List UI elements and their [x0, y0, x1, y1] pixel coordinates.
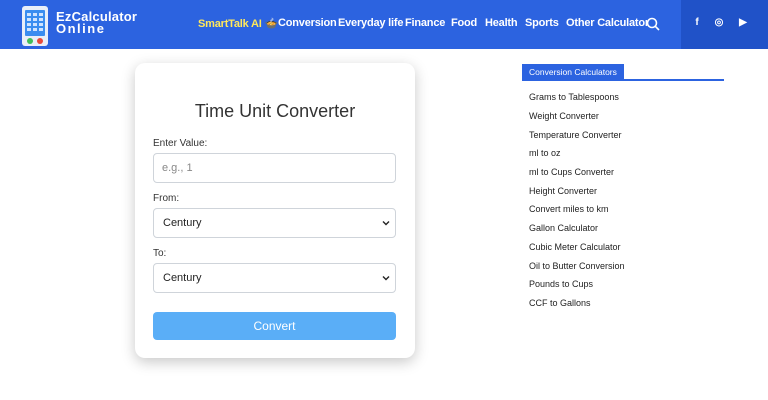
nav-smarttalk-label: SmartTalk AI — [198, 18, 262, 30]
nav-everyday-life[interactable]: Everyday life — [338, 17, 403, 29]
sidebar-heading: Conversion Calculators — [522, 64, 624, 80]
to-label: To: — [153, 248, 167, 259]
calculator-logo-icon[interactable] — [22, 6, 48, 46]
value-input[interactable]: e.g., 1 — [153, 153, 396, 183]
sidebar-link-oil-to-butter[interactable]: Oil to Butter Conversion — [529, 261, 625, 271]
from-unit-select[interactable]: Century — [153, 208, 396, 238]
from-label: From: — [153, 193, 180, 204]
robot-pot-icon: 🍲 — [264, 18, 278, 30]
site-logo[interactable]: EzCalculator Online — [56, 10, 137, 36]
search-icon[interactable] — [646, 17, 660, 31]
facebook-icon[interactable]: f — [691, 17, 703, 29]
sidebar-link-ml-to-cups[interactable]: ml to Cups Converter — [529, 167, 614, 177]
sidebar-divider — [522, 79, 724, 81]
nav-other-calculator[interactable]: Other Calculator — [566, 17, 649, 29]
sidebar-link-miles-to-km[interactable]: Convert miles to km — [529, 204, 609, 214]
nav-finance[interactable]: Finance — [405, 17, 445, 29]
header-bar: EzCalculator Online SmartTalk AI 🍲 Conve… — [0, 0, 768, 49]
nav-health[interactable]: Health — [485, 17, 518, 29]
convert-button[interactable]: Convert — [153, 312, 396, 340]
chevron-down-icon — [382, 221, 390, 226]
sidebar-link-cubic-meter-calculator[interactable]: Cubic Meter Calculator — [529, 242, 621, 252]
nav-food[interactable]: Food — [451, 17, 477, 29]
from-unit-value: Century — [163, 217, 202, 229]
youtube-icon[interactable]: ▶ — [737, 17, 749, 29]
to-unit-select[interactable]: Century — [153, 263, 396, 293]
sidebar-link-height-converter[interactable]: Height Converter — [529, 186, 597, 196]
to-unit-value: Century — [163, 272, 202, 284]
sidebar-link-ml-to-oz[interactable]: ml to oz — [529, 148, 561, 158]
sidebar-link-ccf-to-gallons[interactable]: CCF to Gallons — [529, 298, 591, 308]
instagram-icon[interactable]: ◎ — [713, 17, 725, 29]
converter-title: Time Unit Converter — [194, 101, 356, 121]
enter-value-label: Enter Value: — [153, 138, 208, 149]
nav-smarttalk-ai[interactable]: SmartTalk AI 🍲 — [198, 17, 278, 30]
social-links: f ◎ ▶ — [681, 0, 768, 49]
converter-card: Time Unit Converter Enter Value: e.g., 1… — [135, 63, 415, 358]
nav-conversion[interactable]: Conversion — [278, 17, 337, 29]
sidebar-link-temperature-converter[interactable]: Temperature Converter — [529, 130, 622, 140]
sidebar-link-weight-converter[interactable]: Weight Converter — [529, 111, 599, 121]
sidebar-link-gallon-calculator[interactable]: Gallon Calculator — [529, 223, 598, 233]
sidebar-link-pounds-to-cups[interactable]: Pounds to Cups — [529, 279, 593, 289]
sidebar-link-grams-to-tablespoons[interactable]: Grams to Tablespoons — [529, 92, 619, 102]
nav-sports[interactable]: Sports — [525, 17, 559, 29]
chevron-down-icon — [382, 276, 390, 281]
logo-line-2: Online — [56, 21, 106, 36]
